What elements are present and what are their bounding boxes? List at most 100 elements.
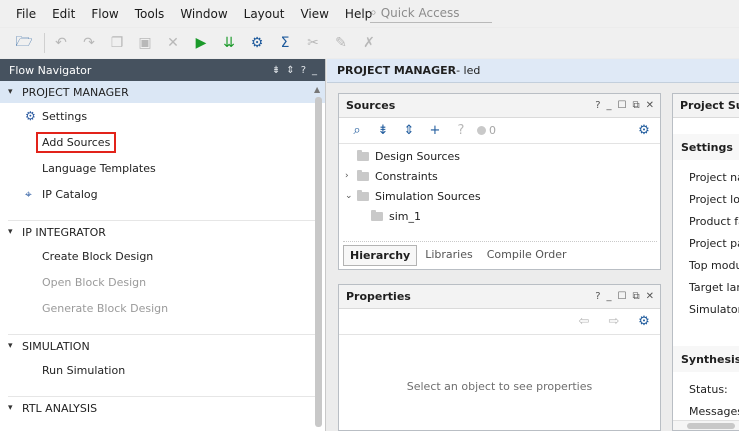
- close-icon[interactable]: ✕: [646, 291, 654, 302]
- menu-view[interactable]: View: [292, 7, 336, 21]
- search-icon[interactable]: ⌕: [347, 121, 367, 141]
- copy-icon[interactable]: ❐: [105, 31, 129, 55]
- scrollbar-thumb[interactable]: [687, 423, 735, 429]
- sources-toolbar: ⌕ ⇟ ⇕ + ? 0 ⚙: [339, 118, 660, 144]
- run-icon[interactable]: ▶: [189, 31, 213, 55]
- section-divider: [8, 321, 317, 335]
- scroll-up-icon[interactable]: ▲: [314, 85, 320, 94]
- help-icon[interactable]: ?: [595, 291, 600, 302]
- tool-icon-2[interactable]: ✎: [329, 31, 353, 55]
- minimize-icon[interactable]: _: [607, 291, 612, 302]
- tree-row-simulation-sources[interactable]: ⌄ Simulation Sources: [345, 186, 660, 206]
- paste-icon[interactable]: ▣: [133, 31, 157, 55]
- minimize-icon[interactable]: _: [312, 65, 317, 76]
- scrollbar-thumb[interactable]: [315, 97, 322, 427]
- unknown-file-icon[interactable]: ?: [451, 121, 471, 141]
- nav-item-label: Settings: [42, 109, 88, 123]
- summary-horizontal-scrollbar[interactable]: [673, 420, 739, 430]
- tree-row-sim-1[interactable]: sim_1: [345, 206, 660, 226]
- source-count-badge: 0: [477, 124, 496, 137]
- float-icon[interactable]: ⧉: [632, 291, 639, 302]
- add-icon[interactable]: +: [425, 121, 445, 141]
- nav-item-generate-block-design[interactable]: Generate Block Design: [0, 295, 325, 321]
- float-icon[interactable]: ⧉: [632, 100, 639, 111]
- expand-all-icon[interactable]: ⇕: [399, 121, 419, 141]
- quick-access-input[interactable]: ⌕ Quick Access: [370, 3, 492, 23]
- delete-icon[interactable]: ✕: [161, 31, 185, 55]
- tool-icon-1[interactable]: ✂: [301, 31, 325, 55]
- section-project-manager[interactable]: ▾ PROJECT MANAGER: [0, 81, 325, 103]
- maximize-icon[interactable]: ☐: [618, 100, 627, 111]
- ip-catalog-icon: ⌖: [25, 187, 32, 201]
- menu-layout[interactable]: Layout: [236, 7, 293, 21]
- minimize-icon[interactable]: _: [607, 100, 612, 111]
- chevron-down-icon[interactable]: ⌄: [345, 191, 357, 201]
- main-header-project: - led: [456, 64, 481, 77]
- nav-item-ip-catalog[interactable]: ⌖ IP Catalog: [0, 181, 325, 207]
- gear-icon[interactable]: ⚙: [634, 121, 654, 141]
- menu-bar: File Edit Flow Tools Window Layout View …: [0, 0, 739, 27]
- undo-icon[interactable]: ↶: [49, 31, 73, 55]
- tree-row-design-sources[interactable]: Design Sources: [345, 146, 660, 166]
- menu-tools[interactable]: Tools: [127, 7, 173, 21]
- help-icon[interactable]: ?: [595, 100, 600, 111]
- tab-compile-order[interactable]: Compile Order: [481, 245, 573, 266]
- nav-item-label: Open Block Design: [42, 275, 147, 289]
- menu-edit[interactable]: Edit: [44, 7, 83, 21]
- summary-field: Project nar: [689, 170, 739, 184]
- sigma-icon[interactable]: Σ: [273, 31, 297, 55]
- close-tool-icon[interactable]: ✗: [357, 31, 381, 55]
- summary-field: Top modul: [689, 258, 739, 272]
- nav-item-label: Generate Block Design: [42, 301, 169, 315]
- project-summary-panel: Project Sum Settings Project nar Project…: [672, 93, 739, 431]
- folder-icon: [357, 149, 369, 161]
- menu-window[interactable]: Window: [172, 7, 235, 21]
- project-manager-header: PROJECT MANAGER - led: [327, 59, 739, 83]
- forward-arrow-icon[interactable]: ⇨: [604, 312, 624, 332]
- summary-field: Status:: [689, 382, 728, 396]
- nav-item-create-block-design[interactable]: Create Block Design: [0, 243, 325, 269]
- help-icon[interactable]: ?: [301, 65, 306, 76]
- open-project-icon[interactable]: 🗁: [12, 31, 36, 55]
- close-icon[interactable]: ✕: [646, 100, 654, 111]
- nav-item-label: Language Templates: [42, 161, 156, 175]
- nav-item-add-sources[interactable]: Add Sources: [0, 129, 325, 155]
- section-ip-integrator[interactable]: ▾ IP INTEGRATOR: [0, 221, 325, 243]
- menu-flow[interactable]: Flow: [83, 7, 126, 21]
- flow-navigator-scrollbar[interactable]: ▲: [314, 85, 323, 427]
- gear-icon[interactable]: ⚙: [634, 312, 654, 332]
- program-device-icon[interactable]: ⇊: [217, 31, 241, 55]
- sources-panel: Sources ? _ ☐ ⧉ ✕ ⌕ ⇟ ⇕ + ? 0 ⚙ Design S…: [338, 93, 661, 270]
- tree-row-constraints[interactable]: › Constraints: [345, 166, 660, 186]
- collapse-all-icon[interactable]: ⇟: [373, 121, 393, 141]
- gear-icon: ⚙: [25, 109, 36, 123]
- tab-hierarchy[interactable]: Hierarchy: [343, 245, 418, 266]
- section-label: RTL ANALYSIS: [22, 401, 98, 415]
- tree-label: sim_1: [389, 209, 422, 223]
- collapse-all-icon[interactable]: ⇟: [272, 65, 280, 76]
- redo-icon[interactable]: ↷: [77, 31, 101, 55]
- section-rtl-analysis[interactable]: ▾ RTL ANALYSIS: [0, 397, 325, 419]
- settings-icon[interactable]: ⚙: [245, 31, 269, 55]
- sources-tree: Design Sources › Constraints ⌄ Simulatio…: [339, 144, 660, 226]
- nav-item-run-simulation[interactable]: Run Simulation: [0, 357, 325, 383]
- summary-field: Target lang: [689, 280, 739, 294]
- tab-libraries[interactable]: Libraries: [419, 245, 479, 266]
- maximize-icon[interactable]: ☐: [618, 291, 627, 302]
- expand-all-icon[interactable]: ⇕: [286, 65, 294, 76]
- back-arrow-icon[interactable]: ⇦: [574, 312, 594, 332]
- nav-item-language-templates[interactable]: Language Templates: [0, 155, 325, 181]
- chevron-right-icon[interactable]: ›: [345, 171, 357, 181]
- summary-section-synthesis[interactable]: Synthesis: [673, 346, 739, 372]
- nav-item-settings[interactable]: ⚙ Settings: [0, 103, 325, 129]
- main-header-title: PROJECT MANAGER: [337, 64, 457, 77]
- section-simulation[interactable]: ▾ SIMULATION: [0, 335, 325, 357]
- add-sources-highlight: Add Sources: [36, 131, 117, 153]
- tree-label: Constraints: [375, 169, 438, 183]
- sources-tabs: Hierarchy Libraries Compile Order: [343, 241, 657, 266]
- summary-section-settings[interactable]: Settings: [673, 134, 739, 160]
- nav-item-open-block-design[interactable]: Open Block Design: [0, 269, 325, 295]
- menu-file[interactable]: File: [0, 7, 44, 21]
